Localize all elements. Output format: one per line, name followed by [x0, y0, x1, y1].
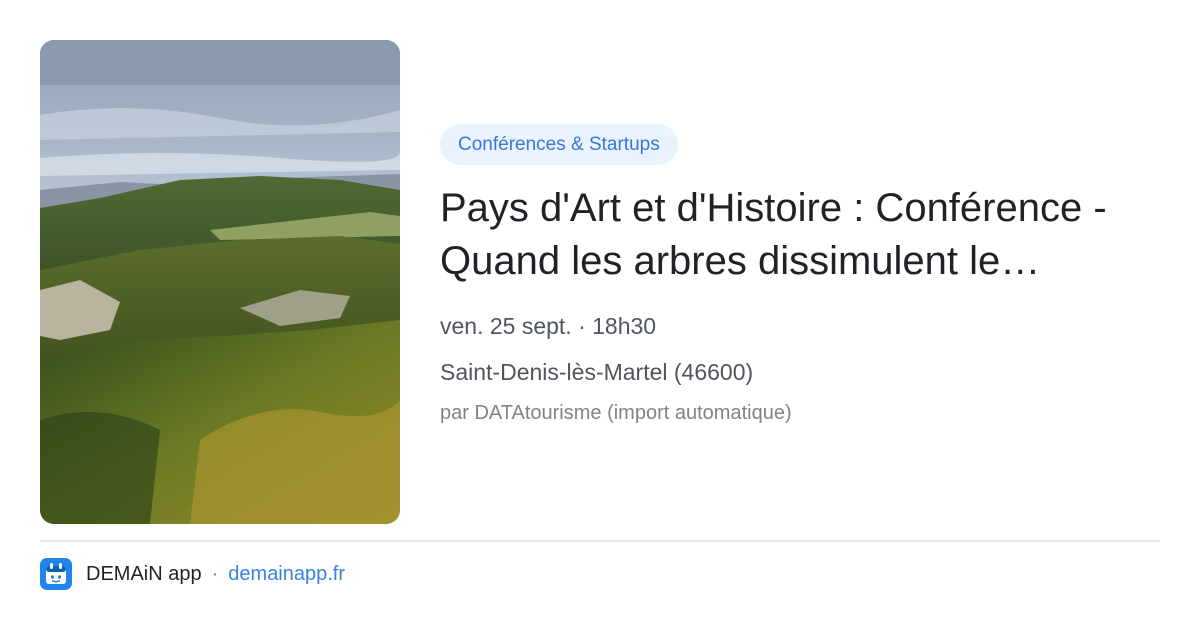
site-footer: DEMAiN app · demainapp.fr: [40, 558, 345, 590]
app-name: DEMAiN app: [86, 562, 202, 585]
landscape-photo: [40, 40, 400, 524]
app-domain-link[interactable]: demainapp.fr: [228, 563, 345, 586]
calendar-logo-icon: [40, 558, 72, 590]
event-source: par DATAtourisme (import automatique): [440, 402, 792, 424]
footer-divider: [40, 540, 1160, 542]
event-date-time: ven. 25 sept. · 18h30: [440, 313, 657, 339]
category-badge[interactable]: Conférences & Startups: [440, 124, 678, 165]
event-image: [40, 40, 400, 524]
event-title[interactable]: Pays d'Art et d'Histoire : Conférence - …: [440, 182, 1170, 288]
event-location: Saint-Denis-lès-Martel (46600): [440, 359, 754, 385]
footer-separator: ·: [211, 562, 219, 585]
